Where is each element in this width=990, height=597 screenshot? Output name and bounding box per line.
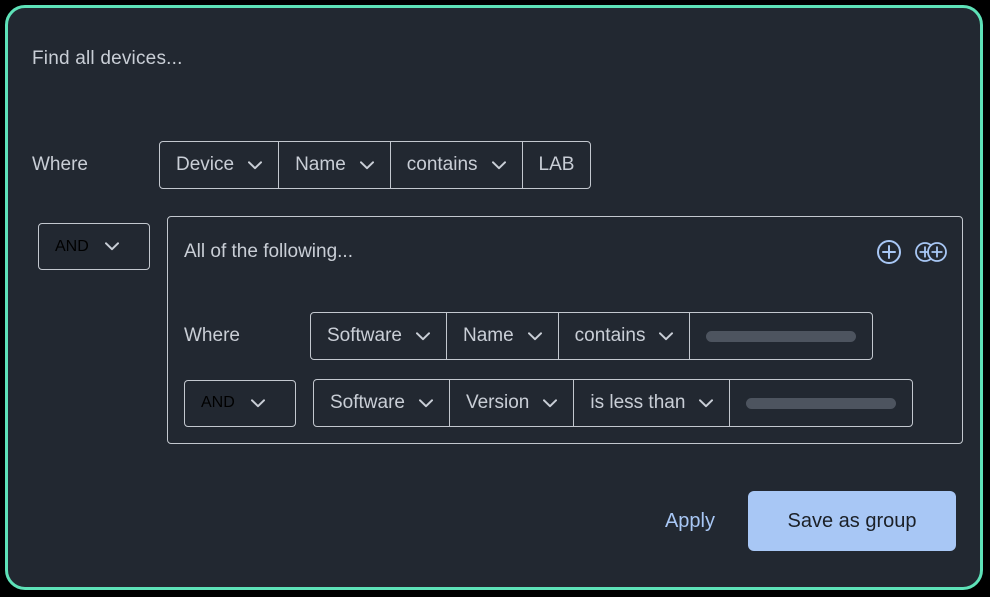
chevron-down-icon — [250, 398, 265, 408]
footer-actions: Apply Save as group — [655, 491, 956, 551]
group-row-operator-value: contains — [574, 325, 646, 346]
chevron-down-icon — [418, 398, 433, 408]
primary-condition-row: Where Device Name contains LAB — [32, 141, 592, 189]
apply-button[interactable]: Apply — [655, 504, 725, 539]
group-row-subject-value: Software — [327, 325, 402, 346]
circle-plus-icon[interactable] — [876, 239, 902, 265]
condition-group: All of the following... Where Software N… — [167, 216, 963, 444]
group-row-operator-value: is less than — [590, 392, 686, 413]
save-as-group-button[interactable]: Save as group — [748, 491, 956, 551]
value-placeholder-bar — [706, 330, 857, 342]
group-row-subject-value: Software — [330, 392, 405, 413]
query-builder-panel: Find all devices... Where Device Name co… — [5, 5, 983, 590]
group-row-attribute-dropdown[interactable]: Version — [450, 380, 575, 426]
chevron-down-icon — [543, 398, 558, 408]
primary-condition-segments: Device Name contains LAB — [159, 141, 592, 189]
primary-operator-dropdown[interactable]: contains — [391, 142, 523, 188]
group-row-attribute-value: Version — [465, 392, 530, 413]
primary-attribute-dropdown[interactable]: Name — [279, 142, 391, 188]
group-row-where-label: Where — [184, 325, 240, 346]
group-row-segments: Software Name contains — [310, 312, 874, 360]
value-placeholder-bar — [746, 397, 897, 409]
group-conjunction-dropdown[interactable]: AND — [38, 223, 150, 270]
primary-value-text: LAB — [538, 154, 575, 175]
group-row-value-input[interactable] — [690, 313, 872, 359]
group-row-subject-dropdown[interactable]: Software — [311, 313, 447, 359]
double-circle-plus-icon[interactable] — [914, 240, 948, 264]
chevron-down-icon — [491, 160, 506, 170]
group-row-conjunction-value: AND — [201, 394, 235, 411]
chevron-down-icon — [659, 331, 674, 341]
primary-subject-dropdown[interactable]: Device — [160, 142, 280, 188]
group-row-operator-dropdown[interactable]: contains — [559, 313, 691, 359]
chevron-down-icon — [699, 398, 714, 408]
chevron-down-icon — [527, 331, 542, 341]
group-condition-row: Where Software Name contains — [184, 312, 874, 360]
primary-subject-value: Device — [176, 154, 235, 175]
group-row-attribute-value: Name — [462, 325, 514, 346]
where-label: Where — [32, 154, 88, 175]
group-row-operator-dropdown[interactable]: is less than — [574, 380, 731, 426]
chevron-down-icon — [415, 331, 430, 341]
group-row-conjunction-dropdown[interactable]: AND — [184, 379, 296, 427]
group-condition-row: AND Software Version is less than — [184, 379, 914, 427]
group-row-segments: Software Version is less than — [313, 379, 914, 427]
primary-operator-value: contains — [406, 154, 478, 175]
group-title: All of the following... — [184, 241, 353, 262]
group-row-value-input[interactable] — [730, 380, 912, 426]
chevron-down-icon — [359, 160, 374, 170]
page-title: Find all devices... — [32, 48, 183, 69]
primary-attribute-value: Name — [295, 154, 346, 175]
group-conjunction-value: AND — [55, 237, 89, 255]
group-row-subject-dropdown[interactable]: Software — [314, 380, 450, 426]
primary-value-input[interactable]: LAB — [523, 142, 591, 188]
chevron-down-icon — [248, 160, 263, 170]
group-row-attribute-dropdown[interactable]: Name — [447, 313, 559, 359]
group-actions — [876, 239, 948, 265]
chevron-down-icon — [104, 242, 119, 251]
